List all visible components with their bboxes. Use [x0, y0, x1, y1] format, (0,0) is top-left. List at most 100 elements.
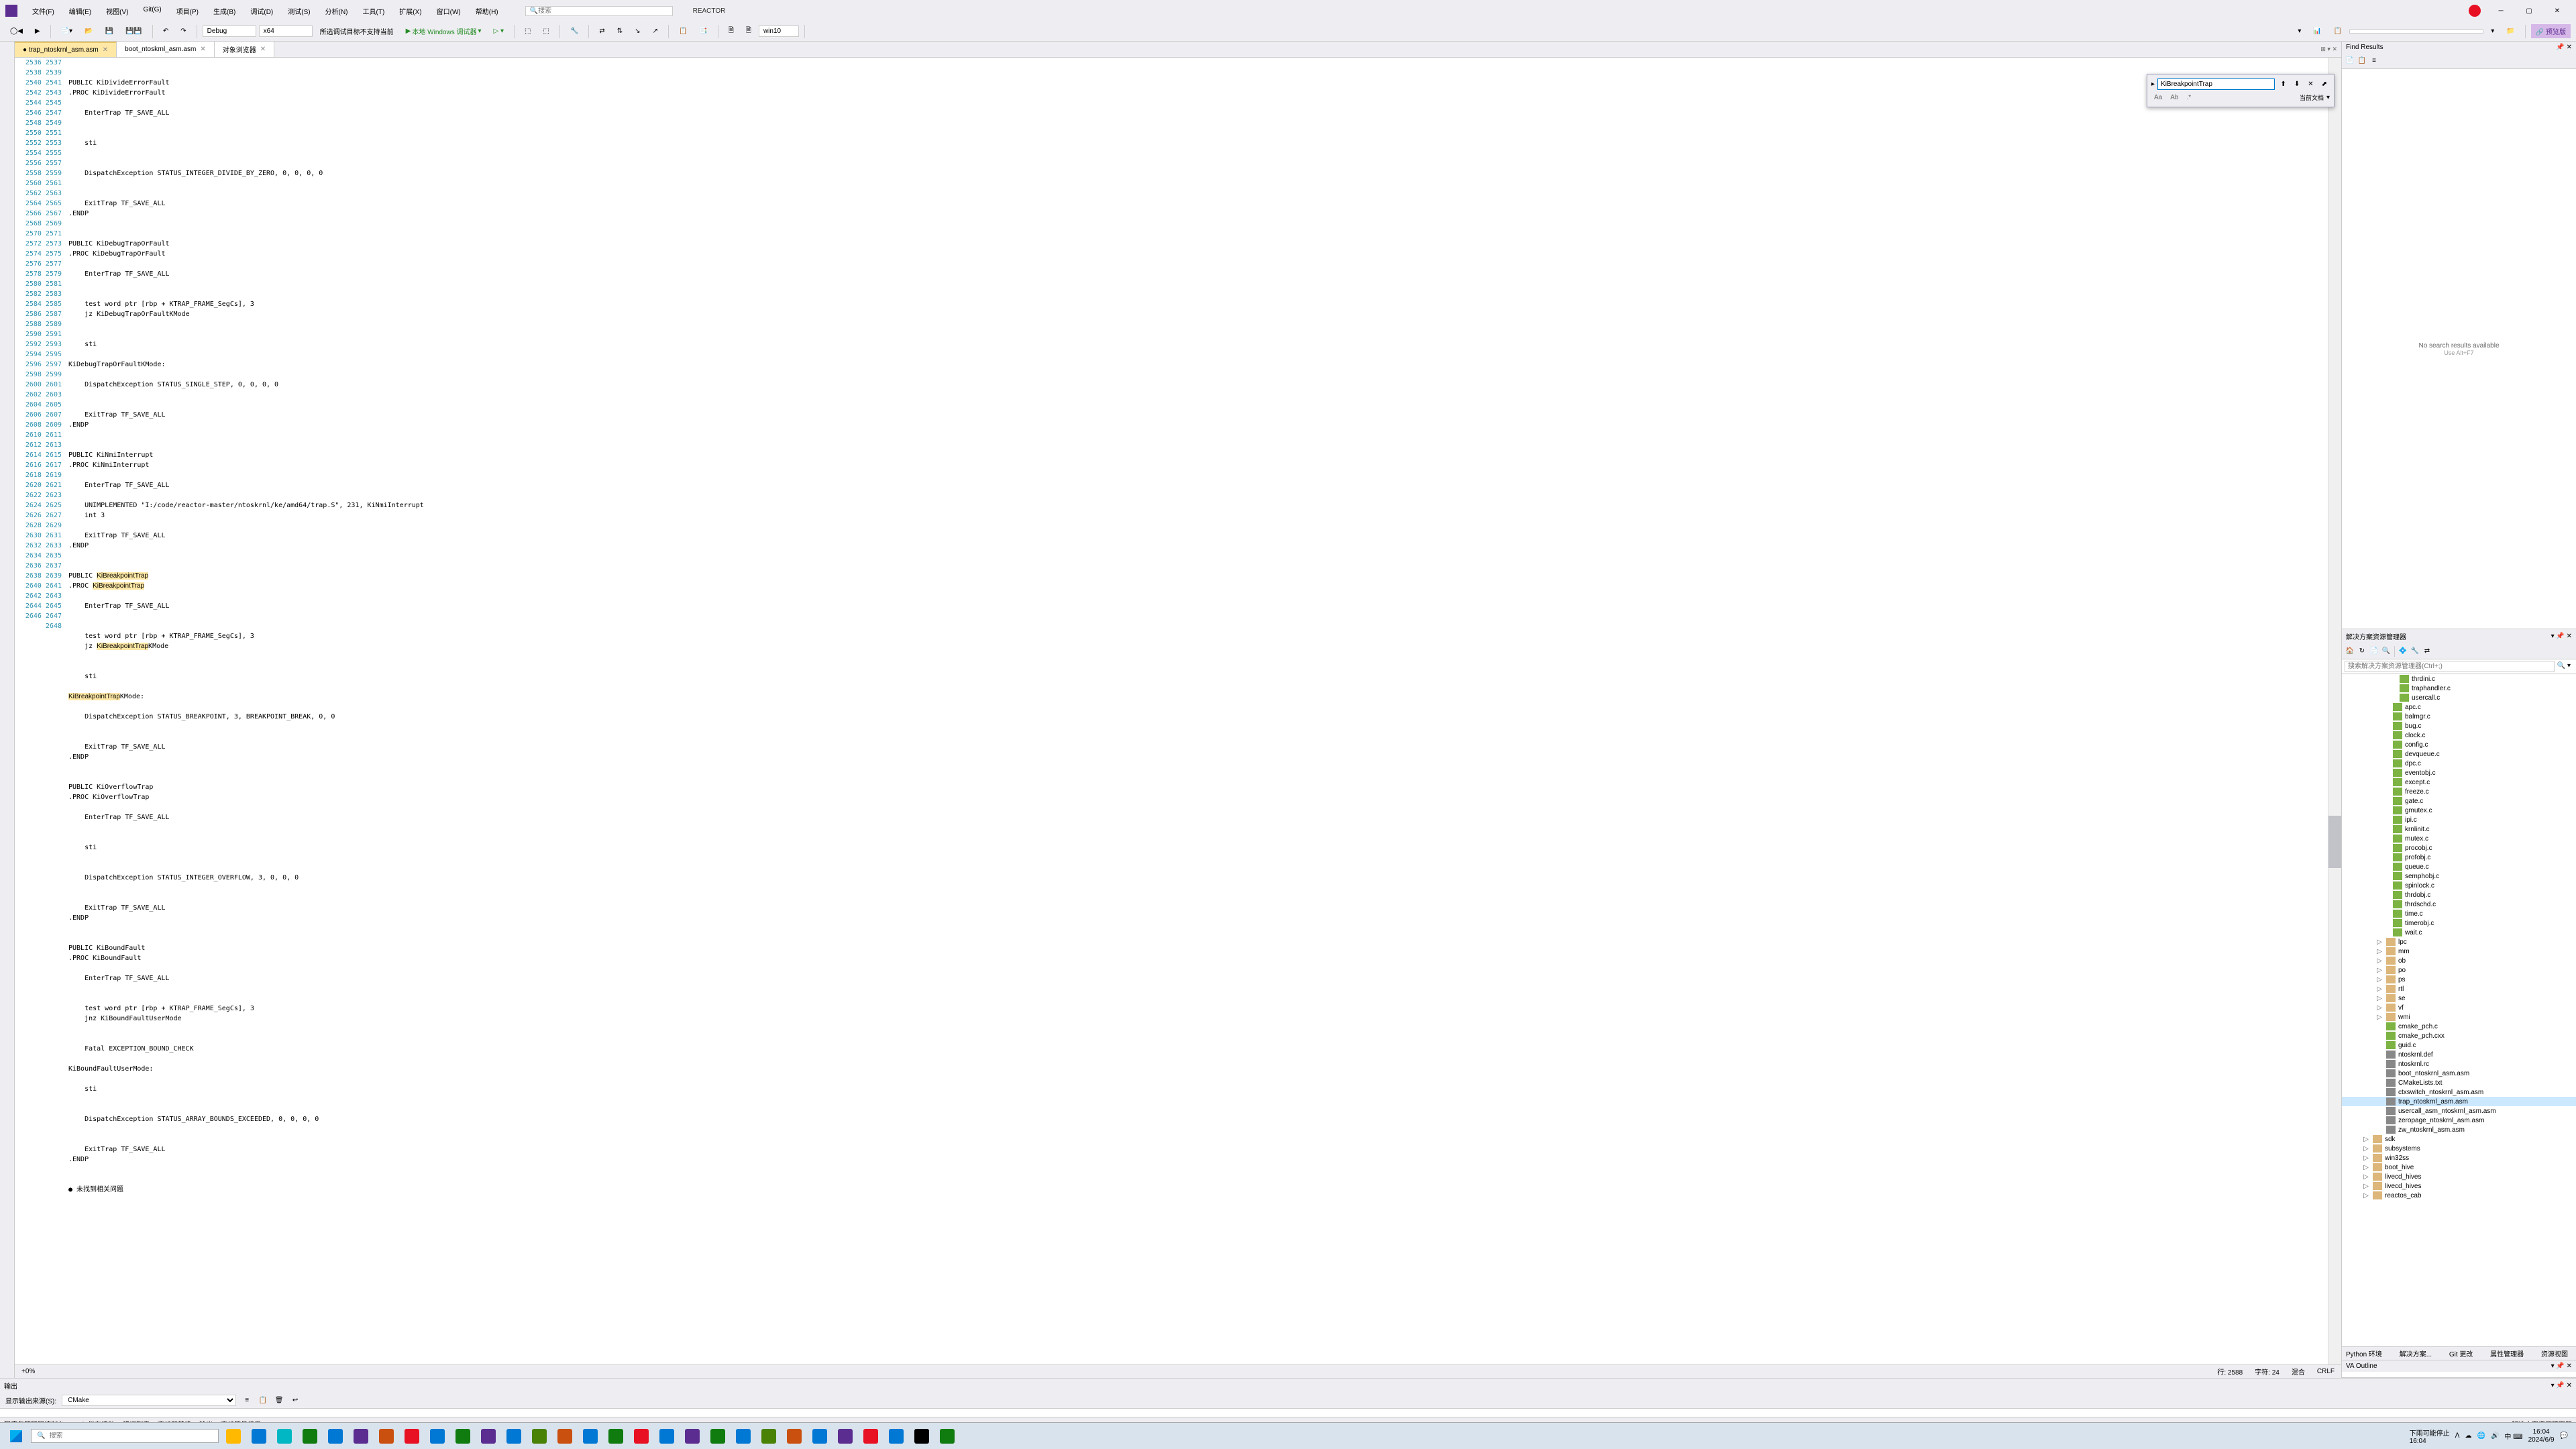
tree-file[interactable]: devqueue.c [2342, 749, 2576, 759]
tree-file[interactable]: cmake_pch.cxx [2342, 1031, 2576, 1040]
tree-expand-icon[interactable]: ▷ [2362, 1173, 2370, 1181]
tree-expand-icon[interactable]: ▷ [2362, 1136, 2370, 1143]
menu-item[interactable]: Git(G) [136, 3, 168, 19]
tree-file[interactable]: mutex.c [2342, 834, 2576, 843]
sol-ico-7[interactable]: ⇄ [2422, 646, 2432, 657]
tb-icon-11[interactable]: 🗎 [741, 23, 756, 39]
taskbar-app-icon[interactable] [272, 1426, 297, 1447]
search-icon[interactable]: 🔍 ▾ [2555, 661, 2573, 672]
taskbar-app-icon[interactable] [221, 1426, 246, 1447]
tree-file[interactable]: gate.c [2342, 796, 2576, 806]
find-results-header[interactable]: Find Results 📌 ✕ [2342, 42, 2576, 53]
tree-file[interactable]: dpc.c [2342, 759, 2576, 768]
taskbar-app-icon[interactable] [323, 1426, 347, 1447]
tree-file[interactable]: ntoskrnl.def [2342, 1050, 2576, 1059]
taskbar-app-icon[interactable] [502, 1426, 526, 1447]
fr-ico-2[interactable]: 📋 [2357, 56, 2367, 66]
tray-ime[interactable]: 中 ⌨ [2504, 1431, 2522, 1441]
tree-expand-icon[interactable]: ▷ [2375, 948, 2383, 955]
solution-header[interactable]: 解决方案资源管理器 ▾ 📌 ✕ [2342, 629, 2576, 643]
titlebar-search[interactable]: 🔍 [525, 6, 673, 16]
sol-bottom-tab[interactable]: 解决方案... [2400, 1348, 2432, 1358]
find-opt[interactable]: .​* [2184, 93, 2194, 103]
tree-file[interactable]: timerobj.c [2342, 918, 2576, 928]
editor-tab[interactable]: boot_ntoskrnl_asm.asm ✕ [117, 42, 215, 57]
tree-folder[interactable]: ▷lpc [2342, 937, 2576, 947]
sol-bottom-tab[interactable]: 属性管理器 [2490, 1348, 2524, 1358]
tree-file[interactable]: ipi.c [2342, 815, 2576, 824]
tb-icon-10[interactable]: 🗎 [724, 23, 739, 39]
menu-item[interactable]: 窗口(W) [430, 3, 468, 19]
tree-file[interactable]: ctxswitch_ntoskrnl_asm.asm [2342, 1087, 2576, 1097]
taskbar-app-icon[interactable] [757, 1426, 781, 1447]
start-button[interactable] [4, 1426, 28, 1447]
taskbar-app-icon[interactable] [935, 1426, 959, 1447]
fr-ico-1[interactable]: 📄 [2345, 56, 2355, 66]
tree-file[interactable]: freeze.c [2342, 787, 2576, 796]
tree-expand-icon[interactable]: ▷ [2362, 1145, 2370, 1152]
tree-file[interactable]: bug.c [2342, 721, 2576, 731]
expand-replace-icon[interactable]: ▸ [2151, 80, 2155, 88]
account-badge-icon[interactable] [2469, 5, 2481, 17]
system-tray[interactable]: 下雨可能停止 16:04 ᐱ ☁ 🌐 🔊 中 ⌨ 16:04 2024/6/9 … [2410, 1428, 2572, 1445]
menu-item[interactable]: 编辑(E) [62, 3, 98, 19]
sol-bottom-tab[interactable]: Git 更改 [2449, 1348, 2473, 1358]
find-next-icon[interactable]: ⬇ [2292, 79, 2302, 89]
tb-icon-4[interactable]: ⇄ [594, 25, 609, 37]
tree-file[interactable]: eventobj.c [2342, 768, 2576, 777]
out-ico-1[interactable]: ≡ [241, 1395, 252, 1406]
tb-icon-5[interactable]: ⇅ [612, 25, 627, 37]
tree-file[interactable]: clock.c [2342, 731, 2576, 740]
taskbar-app-icon[interactable] [425, 1426, 449, 1447]
tb-icon-r2[interactable]: 📊 [2308, 25, 2326, 37]
taskbar-app-icon[interactable] [731, 1426, 755, 1447]
platform-combo[interactable]: x64 [259, 25, 313, 37]
menu-item[interactable]: 视图(V) [99, 3, 135, 19]
tree-file[interactable]: thrdschd.c [2342, 900, 2576, 909]
menu-item[interactable]: 项目(P) [170, 3, 205, 19]
taskbar-app-icon[interactable] [859, 1426, 883, 1447]
tray-vol-icon[interactable]: 🔊 [2491, 1432, 2499, 1440]
tree-file[interactable]: apc.c [2342, 702, 2576, 712]
tree-file[interactable]: zeropage_ntoskrnl_asm.asm [2342, 1116, 2576, 1125]
tree-expand-icon[interactable]: ▷ [2375, 985, 2383, 993]
tree-folder[interactable]: ▷win32ss [2342, 1153, 2576, 1163]
tree-folder[interactable]: ▷subsystems [2342, 1144, 2576, 1153]
tree-file[interactable]: config.c [2342, 740, 2576, 749]
taskbar-app-icon[interactable] [578, 1426, 602, 1447]
tree-folder[interactable]: ▷livecd_hives [2342, 1172, 2576, 1181]
taskbar-search[interactable]: 🔍 [31, 1429, 219, 1443]
tree-file[interactable]: boot_ntoskrnl_asm.asm [2342, 1069, 2576, 1078]
maximize-button[interactable]: ▢ [2516, 3, 2542, 19]
tb-icon-8[interactable]: 📋 [674, 25, 692, 37]
output-src-combo[interactable]: CMake [62, 1395, 236, 1406]
out-ico-4[interactable]: ↩ [290, 1395, 301, 1406]
tree-folder[interactable]: ▷wmi [2342, 1012, 2576, 1022]
tab-close-icon[interactable]: ✕ [260, 46, 266, 53]
sol-bottom-tab[interactable]: Python 环境 [2346, 1348, 2382, 1358]
taskbar-app-icon[interactable] [476, 1426, 500, 1447]
tab-close-icon[interactable]: ✕ [200, 46, 205, 53]
titlebar-search-input[interactable] [538, 7, 668, 15]
tb-icon-r3[interactable]: 📋 [2329, 25, 2347, 37]
tray-net-icon[interactable]: 🌐 [2477, 1432, 2485, 1440]
code-body[interactable]: PUBLIC KiDivideErrorFault .PROC KiDivide… [68, 58, 2328, 1364]
taskbar-app-icon[interactable] [884, 1426, 908, 1447]
tree-file[interactable]: ntoskrnl.rc [2342, 1059, 2576, 1069]
tree-folder[interactable]: ▷boot_hive [2342, 1163, 2576, 1172]
tree-file[interactable]: krnlinit.c [2342, 824, 2576, 834]
taskbar-app-icon[interactable] [910, 1426, 934, 1447]
tree-expand-icon[interactable]: ▷ [2362, 1164, 2370, 1171]
tree-file[interactable]: semphobj.c [2342, 871, 2576, 881]
tree-file[interactable]: procobj.c [2342, 843, 2576, 853]
menu-item[interactable]: 扩展(X) [392, 3, 428, 19]
nav-fwd-button[interactable]: ▶ [30, 25, 45, 37]
menu-item[interactable]: 工具(T) [356, 3, 392, 19]
sol-ico-2[interactable]: ↻ [2357, 646, 2367, 657]
tb-icon-2[interactable]: ⬚ [538, 25, 553, 37]
taskbar-app-icon[interactable] [833, 1426, 857, 1447]
tree-expand-icon[interactable]: ▷ [2375, 976, 2383, 983]
taskbar-app-icon[interactable] [655, 1426, 679, 1447]
menu-item[interactable]: 生成(B) [207, 3, 242, 19]
tree-file[interactable]: except.c [2342, 777, 2576, 787]
